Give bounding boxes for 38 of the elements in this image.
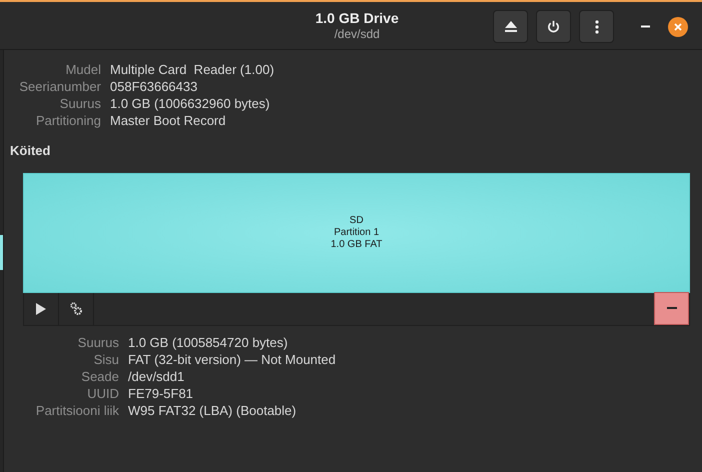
field-value: 1.0 GB (1005854720 bytes) <box>128 334 288 350</box>
more-icon <box>594 20 598 34</box>
menu-button[interactable] <box>579 10 614 43</box>
close-button[interactable] <box>668 16 688 36</box>
field-label: Suurus <box>76 334 119 350</box>
minus-icon <box>666 307 676 309</box>
power-icon <box>547 20 560 33</box>
field-label: Sisu <box>92 350 119 368</box>
field-value: FE79-5F81 <box>128 384 194 402</box>
field-value: FAT (32-bit version) — Not Mounted <box>128 350 336 368</box>
close-icon <box>674 22 682 30</box>
sidebar-selection-marker <box>0 235 3 270</box>
play-icon <box>36 302 46 314</box>
field-label: UUID <box>86 384 119 402</box>
field-label: Partitsiooni liik <box>34 402 119 418</box>
field-label: Partitioning <box>34 112 101 129</box>
window-subtitle: /dev/sdd <box>334 26 380 42</box>
partition-label: Partition 1 <box>334 226 380 238</box>
partition-label: 1.0 GB FAT <box>330 238 382 250</box>
field-value: Multiple Card Reader (1.00) <box>110 61 274 78</box>
field-label: Seade <box>80 368 119 384</box>
field-value: 058F63666433 <box>110 78 198 95</box>
field-label: Suurus <box>58 95 101 112</box>
window-title: 1.0 GB Drive <box>315 10 399 26</box>
field-label: Mudel <box>64 61 101 78</box>
power-button[interactable] <box>536 10 571 43</box>
field-label: Seerianumber <box>18 78 101 95</box>
field-value: W95 FAT32 (LBA) (Bootable) <box>128 402 296 418</box>
field-value: Master Boot Record <box>110 112 226 129</box>
field-value: 1.0 GB (1006632960 bytes) <box>110 95 270 112</box>
eject-button[interactable] <box>493 10 528 43</box>
partition-label: SD <box>350 214 364 226</box>
partition-block[interactable]: SD Partition 1 1.0 GB FAT <box>23 172 690 292</box>
eject-icon <box>504 21 516 32</box>
field-value: /dev/sdd1 <box>128 368 184 384</box>
minimize-icon <box>640 25 650 28</box>
settings-icon <box>70 302 82 315</box>
section-heading: Köited <box>10 142 52 160</box>
